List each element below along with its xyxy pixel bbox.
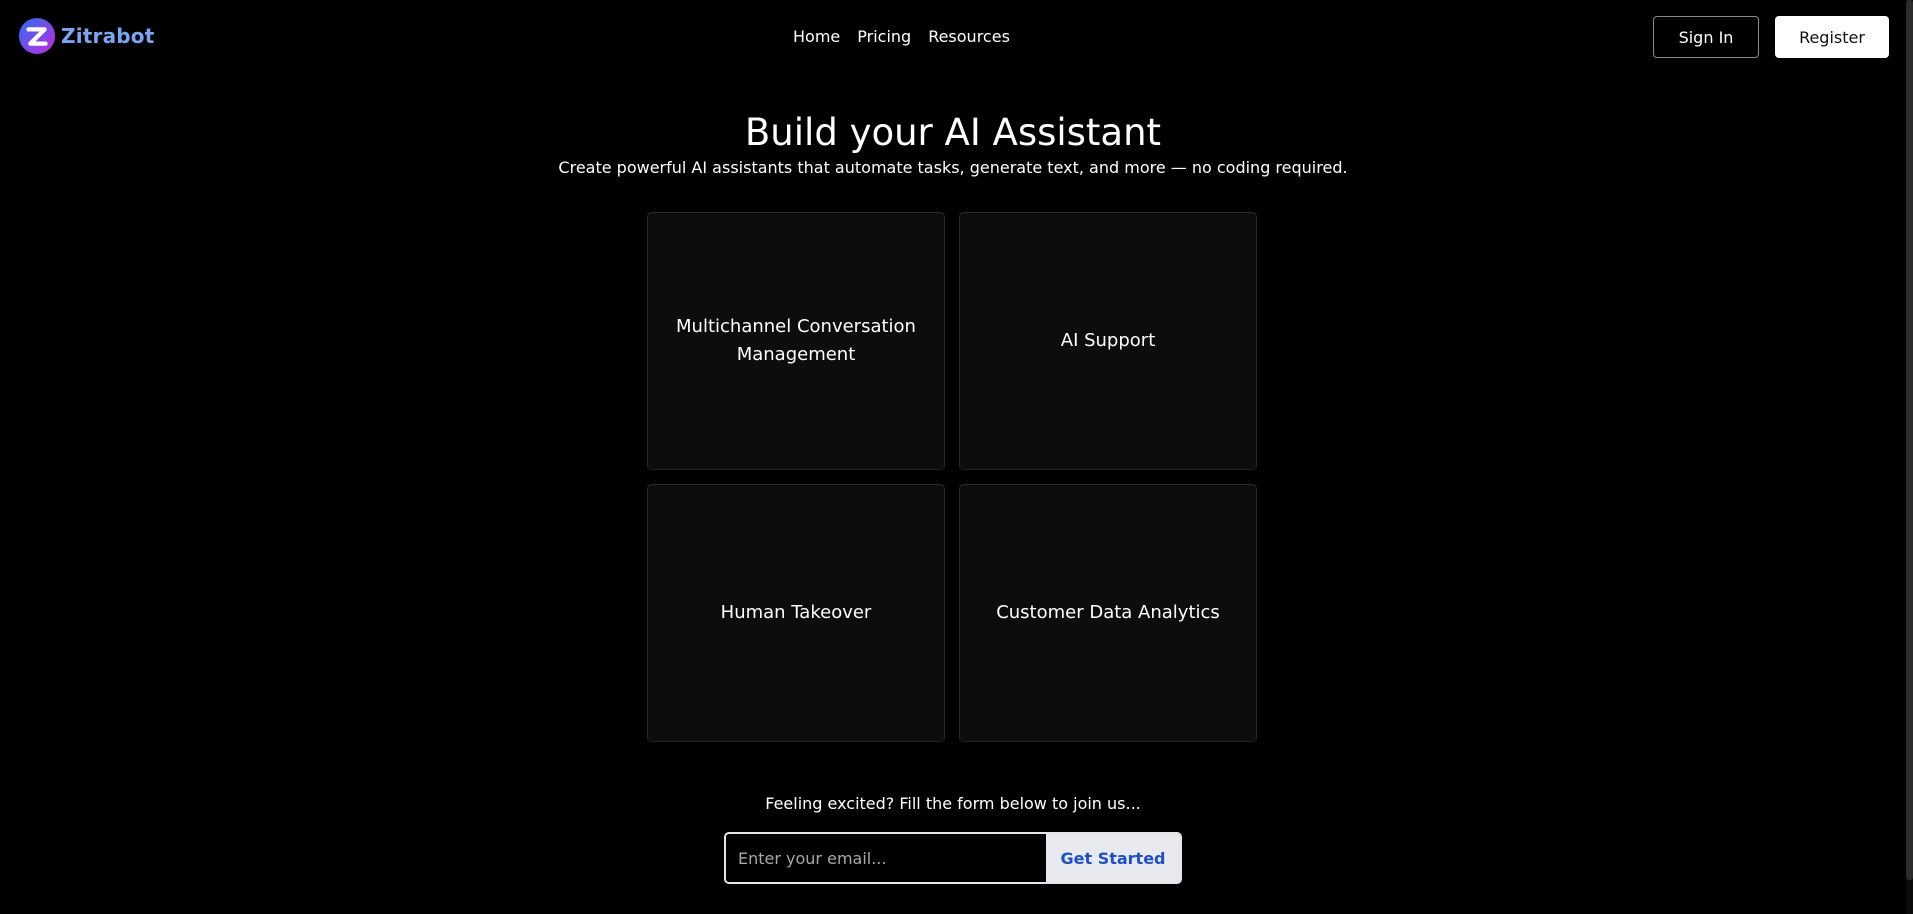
nav-item-home[interactable]: Home xyxy=(793,26,840,48)
feature-card-label: Human Takeover xyxy=(720,602,872,623)
register-button[interactable]: Register xyxy=(1775,16,1889,58)
brand-name: Zitrabot xyxy=(61,24,155,48)
page-scrollbar[interactable] xyxy=(1906,0,1913,914)
nav-item-resources[interactable]: Resources xyxy=(928,26,1010,48)
brand-link[interactable]: Zitrabot xyxy=(18,17,155,55)
get-started-button[interactable]: Get Started xyxy=(1046,834,1180,882)
feature-card-human-takeover[interactable]: Human Takeover xyxy=(647,484,945,742)
signup-prompt: Feeling excited? Fill the form below to … xyxy=(765,794,1141,813)
landing-page: Zitrabot Home Pricing Resources Sign In … xyxy=(0,0,1913,914)
signup-form: Get Started xyxy=(724,832,1182,884)
email-input[interactable] xyxy=(726,834,1046,882)
feature-card-label: AI Support xyxy=(1060,330,1156,351)
nav-item-pricing[interactable]: Pricing xyxy=(857,26,911,48)
feature-card-multichannel[interactable]: Multichannel Conversation Management xyxy=(647,212,945,470)
main-nav: Home Pricing Resources xyxy=(793,26,1010,48)
hero-subtitle: Create powerful AI assistants that autom… xyxy=(558,158,1348,177)
feature-grid: Multichannel Conversation Management AI … xyxy=(647,212,1259,744)
sign-in-button[interactable]: Sign In xyxy=(1653,16,1759,58)
feature-card-customer-analytics[interactable]: Customer Data Analytics xyxy=(959,484,1257,742)
feature-card-ai-support[interactable]: AI Support xyxy=(959,212,1257,470)
feature-card-label: Customer Data Analytics xyxy=(996,602,1220,623)
hero-title: Build your AI Assistant xyxy=(744,111,1162,154)
site-header: Zitrabot Home Pricing Resources Sign In … xyxy=(0,0,1913,74)
scrollbar-thumb[interactable] xyxy=(1906,0,1913,880)
zitrabot-logo-icon xyxy=(18,17,56,55)
feature-card-label: Multichannel Conversation Management xyxy=(676,316,916,365)
